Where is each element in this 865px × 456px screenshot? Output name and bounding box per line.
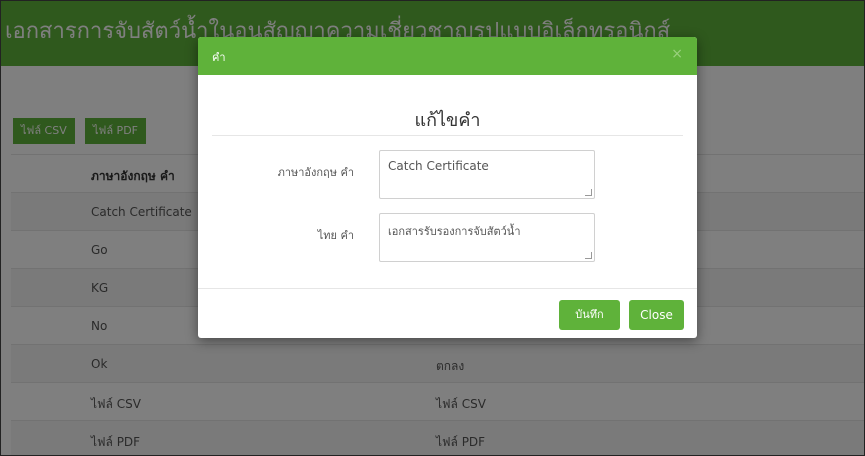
english-word-field[interactable]: Catch Certificate <box>379 150 595 199</box>
resize-grip-icon[interactable] <box>585 189 592 196</box>
footer-divider <box>198 288 697 289</box>
thai-word-value: เอกสารรับรองการจับสัตว์น้ำ <box>388 225 521 238</box>
title-divider <box>212 135 683 136</box>
thai-word-label: ไทย คำ <box>317 229 354 242</box>
modal-header: คำ × <box>198 37 697 75</box>
app-frame: เอกสารการจับสัตว์น้ำในอนุสัญญาความเชี่ยว… <box>0 0 865 456</box>
save-button[interactable]: บันทึก <box>559 300 620 330</box>
modal-title: แก้ไขคำ <box>414 110 481 131</box>
modal-header-label: คำ <box>212 51 226 64</box>
close-button[interactable]: Close <box>629 300 684 330</box>
edit-word-modal: คำ × แก้ไขคำ ภาษาอังกฤษ คำ Catch Certifi… <box>198 37 697 338</box>
close-icon[interactable]: × <box>671 46 683 62</box>
thai-word-field[interactable]: เอกสารรับรองการจับสัตว์น้ำ <box>379 213 595 262</box>
english-word-value: Catch Certificate <box>388 159 489 173</box>
resize-grip-icon[interactable] <box>585 252 592 259</box>
english-word-label: ภาษาอังกฤษ คำ <box>277 166 354 179</box>
